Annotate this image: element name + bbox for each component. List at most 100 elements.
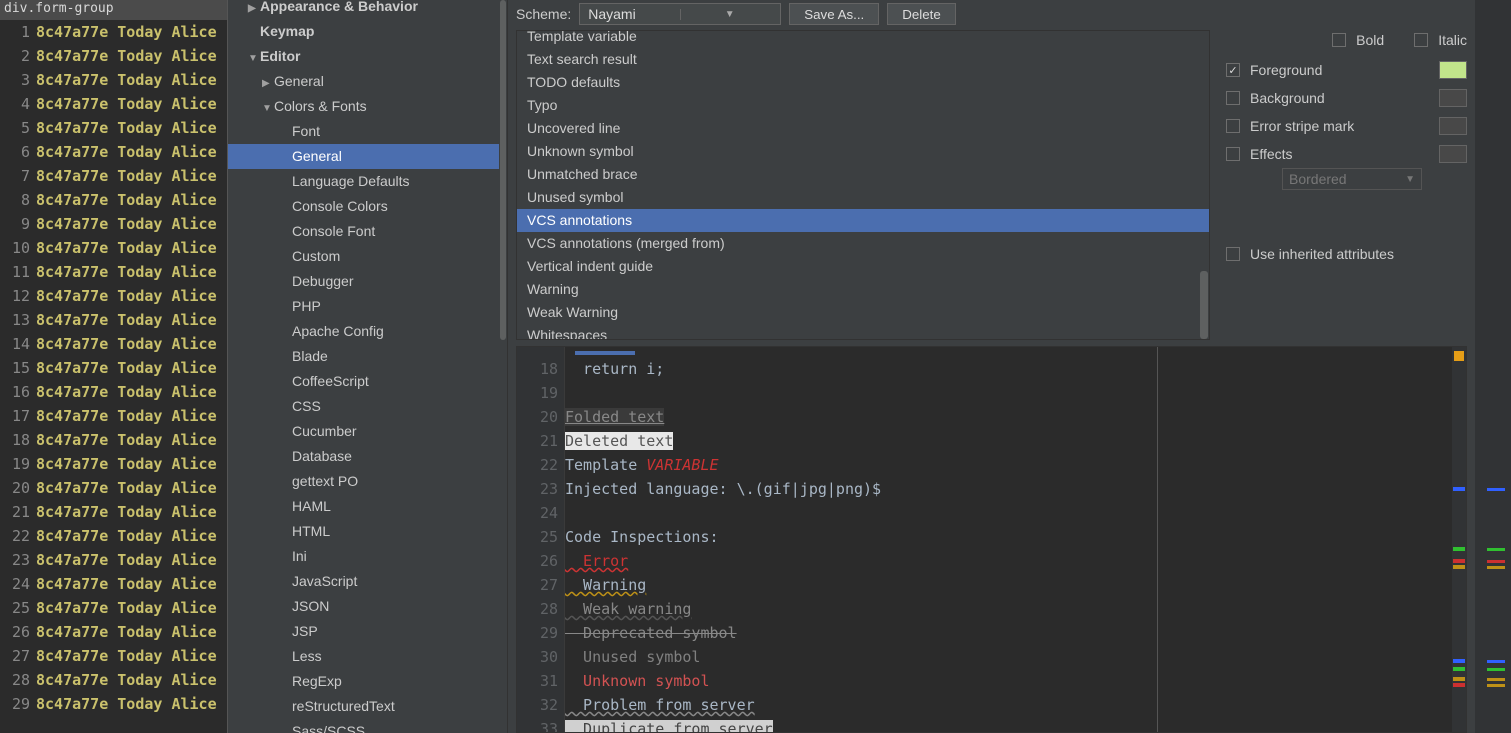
- tree-node[interactable]: Less: [228, 644, 507, 669]
- stripe-mark[interactable]: [1453, 547, 1465, 551]
- tree-node[interactable]: Sass/SCSS: [228, 719, 507, 733]
- element-scrollbar[interactable]: [1199, 31, 1209, 339]
- annotation-row[interactable]: 138c47a77e Today Alice: [0, 308, 227, 332]
- effects-type-dropdown[interactable]: Bordered ▼: [1282, 168, 1422, 190]
- annotation-row[interactable]: 148c47a77e Today Alice: [0, 332, 227, 356]
- tree-node[interactable]: CoffeeScript: [228, 369, 507, 394]
- tree-node[interactable]: JSP: [228, 619, 507, 644]
- tree-node[interactable]: CSS: [228, 394, 507, 419]
- tree-node[interactable]: reStructuredText: [228, 694, 507, 719]
- tree-node[interactable]: Apache Config: [228, 319, 507, 344]
- stripe-mark[interactable]: [1453, 565, 1465, 569]
- annotation-row[interactable]: 208c47a77e Today Alice: [0, 476, 227, 500]
- annotation-row[interactable]: 88c47a77e Today Alice: [0, 188, 227, 212]
- tree-node[interactable]: PHP: [228, 294, 507, 319]
- tree-node[interactable]: Keymap: [228, 19, 507, 44]
- element-row[interactable]: Weak Warning: [517, 301, 1209, 324]
- annotation-row[interactable]: 68c47a77e Today Alice: [0, 140, 227, 164]
- outer-stripe-mark[interactable]: [1487, 488, 1505, 491]
- outer-stripe-mark[interactable]: [1487, 660, 1505, 663]
- outer-stripe-mark[interactable]: [1487, 684, 1505, 687]
- tree-node[interactable]: JavaScript: [228, 569, 507, 594]
- element-row[interactable]: Text search result: [517, 48, 1209, 71]
- element-row[interactable]: VCS annotations (merged from): [517, 232, 1209, 255]
- stripe-mark[interactable]: [1453, 667, 1465, 671]
- effects-checkbox[interactable]: [1226, 147, 1240, 161]
- tree-node[interactable]: HTML: [228, 519, 507, 544]
- annotation-row[interactable]: 38c47a77e Today Alice: [0, 68, 227, 92]
- element-scroll-thumb[interactable]: [1200, 271, 1208, 339]
- effects-swatch[interactable]: [1439, 145, 1467, 163]
- annotation-row[interactable]: 48c47a77e Today Alice: [0, 92, 227, 116]
- stripe-mark[interactable]: [1453, 559, 1465, 563]
- element-row[interactable]: Unused symbol: [517, 186, 1209, 209]
- outer-stripe-mark[interactable]: [1487, 668, 1505, 671]
- stripe-mark[interactable]: [1453, 487, 1465, 491]
- tree-node[interactable]: ▶Appearance & Behavior: [228, 0, 507, 19]
- annotation-row[interactable]: 188c47a77e Today Alice: [0, 428, 227, 452]
- tree-node[interactable]: Font: [228, 119, 507, 144]
- annotation-row[interactable]: 158c47a77e Today Alice: [0, 356, 227, 380]
- stripe-mark[interactable]: [1453, 677, 1465, 681]
- annotation-row[interactable]: 178c47a77e Today Alice: [0, 404, 227, 428]
- stripe-swatch[interactable]: [1439, 117, 1467, 135]
- tree-node[interactable]: Console Font: [228, 219, 507, 244]
- annotation-row[interactable]: 118c47a77e Today Alice: [0, 260, 227, 284]
- tree-node[interactable]: General: [228, 144, 507, 169]
- tree-node[interactable]: JSON: [228, 594, 507, 619]
- stripe-mark[interactable]: [1453, 659, 1465, 663]
- tree-node[interactable]: HAML: [228, 494, 507, 519]
- annotation-row[interactable]: 28c47a77e Today Alice: [0, 44, 227, 68]
- save-as-button[interactable]: Save As...: [789, 3, 879, 25]
- scheme-dropdown[interactable]: Nayami ▼: [579, 3, 781, 25]
- inherited-checkbox[interactable]: [1226, 247, 1240, 261]
- foreground-checkbox[interactable]: [1226, 63, 1240, 77]
- stripe-checkbox[interactable]: [1226, 119, 1240, 133]
- background-swatch[interactable]: [1439, 89, 1467, 107]
- annotation-row[interactable]: 248c47a77e Today Alice: [0, 572, 227, 596]
- element-row[interactable]: Template variable: [517, 30, 1209, 48]
- annotation-row[interactable]: 258c47a77e Today Alice: [0, 596, 227, 620]
- annotation-row[interactable]: 108c47a77e Today Alice: [0, 236, 227, 260]
- breadcrumb[interactable]: div.form-group: [0, 0, 227, 20]
- annotation-row[interactable]: 168c47a77e Today Alice: [0, 380, 227, 404]
- tree-node[interactable]: Database: [228, 444, 507, 469]
- annotation-row[interactable]: 58c47a77e Today Alice: [0, 116, 227, 140]
- annotation-row[interactable]: 98c47a77e Today Alice: [0, 212, 227, 236]
- tree-node[interactable]: Debugger: [228, 269, 507, 294]
- foreground-swatch[interactable]: [1439, 61, 1467, 79]
- preview-editor[interactable]: 18192021222324252627282930313233 return …: [516, 346, 1467, 733]
- preview-error-stripe[interactable]: [1452, 347, 1466, 732]
- tree-scrollbar[interactable]: [499, 0, 507, 733]
- element-row[interactable]: Unknown symbol: [517, 140, 1209, 163]
- tree-node[interactable]: Language Defaults: [228, 169, 507, 194]
- element-list[interactable]: Template variableText search resultTODO …: [516, 30, 1210, 340]
- stripe-mark[interactable]: [1453, 683, 1465, 687]
- background-checkbox[interactable]: [1226, 91, 1240, 105]
- element-row[interactable]: VCS annotations: [517, 209, 1209, 232]
- annotation-row[interactable]: 128c47a77e Today Alice: [0, 284, 227, 308]
- element-row[interactable]: Unmatched brace: [517, 163, 1209, 186]
- outer-stripe-mark[interactable]: [1487, 548, 1505, 551]
- outer-error-stripe[interactable]: [1475, 0, 1511, 733]
- annotation-row[interactable]: 218c47a77e Today Alice: [0, 500, 227, 524]
- annotation-row[interactable]: 278c47a77e Today Alice: [0, 644, 227, 668]
- outer-stripe-mark[interactable]: [1487, 560, 1505, 563]
- tree-node[interactable]: Blade: [228, 344, 507, 369]
- outer-stripe-mark[interactable]: [1487, 566, 1505, 569]
- tree-node[interactable]: Custom: [228, 244, 507, 269]
- tree-scroll-thumb[interactable]: [500, 0, 506, 340]
- bold-checkbox[interactable]: [1332, 33, 1346, 47]
- annotation-row[interactable]: 298c47a77e Today Alice: [0, 692, 227, 716]
- tree-node[interactable]: Ini: [228, 544, 507, 569]
- tree-node[interactable]: ▶General: [228, 69, 507, 94]
- tree-node[interactable]: gettext PO: [228, 469, 507, 494]
- annotation-row[interactable]: 238c47a77e Today Alice: [0, 548, 227, 572]
- annotation-row[interactable]: 198c47a77e Today Alice: [0, 452, 227, 476]
- element-row[interactable]: Whitespaces: [517, 324, 1209, 340]
- element-row[interactable]: Typo: [517, 94, 1209, 117]
- italic-checkbox[interactable]: [1414, 33, 1428, 47]
- delete-button[interactable]: Delete: [887, 3, 956, 25]
- annotation-row[interactable]: 78c47a77e Today Alice: [0, 164, 227, 188]
- annotation-row[interactable]: 228c47a77e Today Alice: [0, 524, 227, 548]
